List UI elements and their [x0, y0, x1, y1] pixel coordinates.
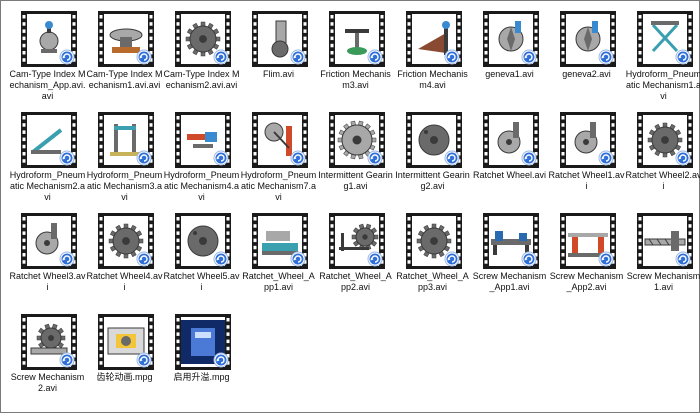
file-item[interactable]: Screw Mechanism1.avi: [625, 211, 700, 312]
file-name: Cam-Type Index Mechanism_App.avi.avi: [9, 69, 86, 101]
file-name: Ratchet Wheel4.avi: [86, 271, 163, 292]
file-name: Ratchet Wheel3.avi: [9, 271, 86, 292]
media-player-badge-icon: [598, 150, 614, 166]
file-item[interactable]: Screw Mechanism_App1.avi: [471, 211, 548, 312]
file-item[interactable]: Ratchet Wheel2.avi: [625, 110, 700, 211]
media-player-badge-icon: [444, 49, 460, 65]
file-name: Flim.avi: [263, 69, 294, 79]
file-name: Intermittent Gearing2.avi: [395, 170, 470, 191]
file-item[interactable]: Friction Mechanism3.avi: [317, 9, 394, 110]
file-name: Screw Mechanism2.avi: [10, 372, 85, 393]
media-player-badge-icon: [675, 150, 691, 166]
file-name: Ratchet Wheel5.avi: [163, 271, 240, 292]
file-explorer-window: Cam-Type Index Mechanism_App.avi.avi Cam…: [0, 0, 700, 413]
file-name: Ratchet Wheel1.avi: [548, 170, 625, 191]
media-player-badge-icon: [598, 251, 614, 267]
file-item[interactable]: Intermittent Gearing1.avi: [317, 110, 394, 211]
file-name: Screw Mechanism1.avi: [626, 271, 700, 292]
file-item[interactable]: Cam-Type Index Mechanism_App.avi.avi: [9, 9, 86, 110]
file-item[interactable]: Screw Mechanism2.avi: [9, 312, 86, 413]
file-item[interactable]: Cam-Type Index Mechanism2.avi.avi: [163, 9, 240, 110]
file-item[interactable]: Hydroform_Pneumatic Mechanism1.avi: [625, 9, 700, 110]
file-name: Intermittent Gearing1.avi: [318, 170, 393, 191]
file-item[interactable]: Hydroform_Pneumatic Mechanism3.avi: [86, 110, 163, 211]
file-name: 齿轮动画.mpg: [96, 372, 153, 382]
media-player-badge-icon: [290, 150, 306, 166]
file-name: Hydroform_Pneumatic Mechanism7.avi: [240, 170, 317, 202]
file-name: Friction Mechanism4.avi: [397, 69, 468, 90]
media-player-badge-icon: [367, 150, 383, 166]
file-name: Friction Mechanism3.avi: [320, 69, 391, 90]
media-player-badge-icon: [444, 150, 460, 166]
media-player-badge-icon: [598, 49, 614, 65]
file-item[interactable]: 齿轮动画.mpg: [86, 312, 163, 413]
file-name: geneva2.avi: [562, 69, 611, 79]
media-player-badge-icon: [444, 251, 460, 267]
file-item[interactable]: Ratchet Wheel5.avi: [163, 211, 240, 312]
media-player-badge-icon: [213, 49, 229, 65]
file-item[interactable]: Intermittent Gearing2.avi: [394, 110, 471, 211]
media-player-badge-icon: [521, 49, 537, 65]
file-item[interactable]: Ratchet_Wheel_App1.avi: [240, 211, 317, 312]
file-item[interactable]: Hydroform_Pneumatic Mechanism2.avi: [9, 110, 86, 211]
file-item[interactable]: geneva2.avi: [548, 9, 625, 110]
file-item[interactable]: Ratchet Wheel1.avi: [548, 110, 625, 211]
file-name: Hydroform_Pneumatic Mechanism4.avi: [163, 170, 240, 202]
media-player-badge-icon: [59, 352, 75, 368]
media-player-badge-icon: [213, 150, 229, 166]
file-name: Ratchet Wheel.avi: [472, 170, 547, 180]
media-player-badge-icon: [136, 352, 152, 368]
media-player-badge-icon: [675, 49, 691, 65]
file-name: Screw Mechanism_App1.avi: [472, 271, 547, 292]
file-name: Ratchet_Wheel_App3.avi: [396, 271, 469, 292]
file-item[interactable]: 启用升溢.mpg: [163, 312, 240, 413]
file-name: geneva1.avi: [485, 69, 534, 79]
file-name: Hydroform_Pneumatic Mechanism3.avi: [86, 170, 163, 202]
media-player-badge-icon: [59, 150, 75, 166]
media-player-badge-icon: [213, 352, 229, 368]
file-name: Ratchet Wheel2.avi: [625, 170, 700, 191]
media-player-badge-icon: [59, 49, 75, 65]
file-item[interactable]: Cam-Type Index Mechanism1.avi.avi: [86, 9, 163, 110]
file-name: Hydroform_Pneumatic Mechanism2.avi: [9, 170, 86, 202]
file-item[interactable]: Friction Mechanism4.avi: [394, 9, 471, 110]
file-name: 启用升溢.mpg: [173, 372, 230, 382]
file-name: Cam-Type Index Mechanism2.avi.avi: [163, 69, 240, 90]
file-name: Cam-Type Index Mechanism1.avi.avi: [86, 69, 163, 90]
file-item[interactable]: Hydroform_Pneumatic Mechanism7.avi: [240, 110, 317, 211]
media-player-badge-icon: [136, 49, 152, 65]
file-name: Screw Mechanism_App2.avi: [549, 271, 624, 292]
file-item[interactable]: Ratchet_Wheel_App2.avi: [317, 211, 394, 312]
file-name: Ratchet_Wheel_App2.avi: [319, 271, 392, 292]
media-player-badge-icon: [675, 251, 691, 267]
file-item[interactable]: Hydroform_Pneumatic Mechanism4.avi: [163, 110, 240, 211]
file-item[interactable]: Flim.avi: [240, 9, 317, 110]
media-player-badge-icon: [521, 251, 537, 267]
media-player-badge-icon: [136, 150, 152, 166]
file-item[interactable]: Ratchet_Wheel_App3.avi: [394, 211, 471, 312]
file-name: Ratchet_Wheel_App1.avi: [242, 271, 315, 292]
file-item[interactable]: Ratchet Wheel4.avi: [86, 211, 163, 312]
media-player-badge-icon: [367, 49, 383, 65]
file-item[interactable]: Ratchet Wheel.avi: [471, 110, 548, 211]
media-player-badge-icon: [290, 251, 306, 267]
file-item[interactable]: geneva1.avi: [471, 9, 548, 110]
media-player-badge-icon: [213, 251, 229, 267]
media-player-badge-icon: [290, 49, 306, 65]
file-item[interactable]: Ratchet Wheel3.avi: [9, 211, 86, 312]
media-player-badge-icon: [367, 251, 383, 267]
file-name: Hydroform_Pneumatic Mechanism1.avi: [625, 69, 700, 101]
media-player-badge-icon: [521, 150, 537, 166]
file-grid: Cam-Type Index Mechanism_App.avi.avi Cam…: [9, 9, 700, 413]
media-player-badge-icon: [59, 251, 75, 267]
media-player-badge-icon: [136, 251, 152, 267]
file-item[interactable]: Screw Mechanism_App2.avi: [548, 211, 625, 312]
